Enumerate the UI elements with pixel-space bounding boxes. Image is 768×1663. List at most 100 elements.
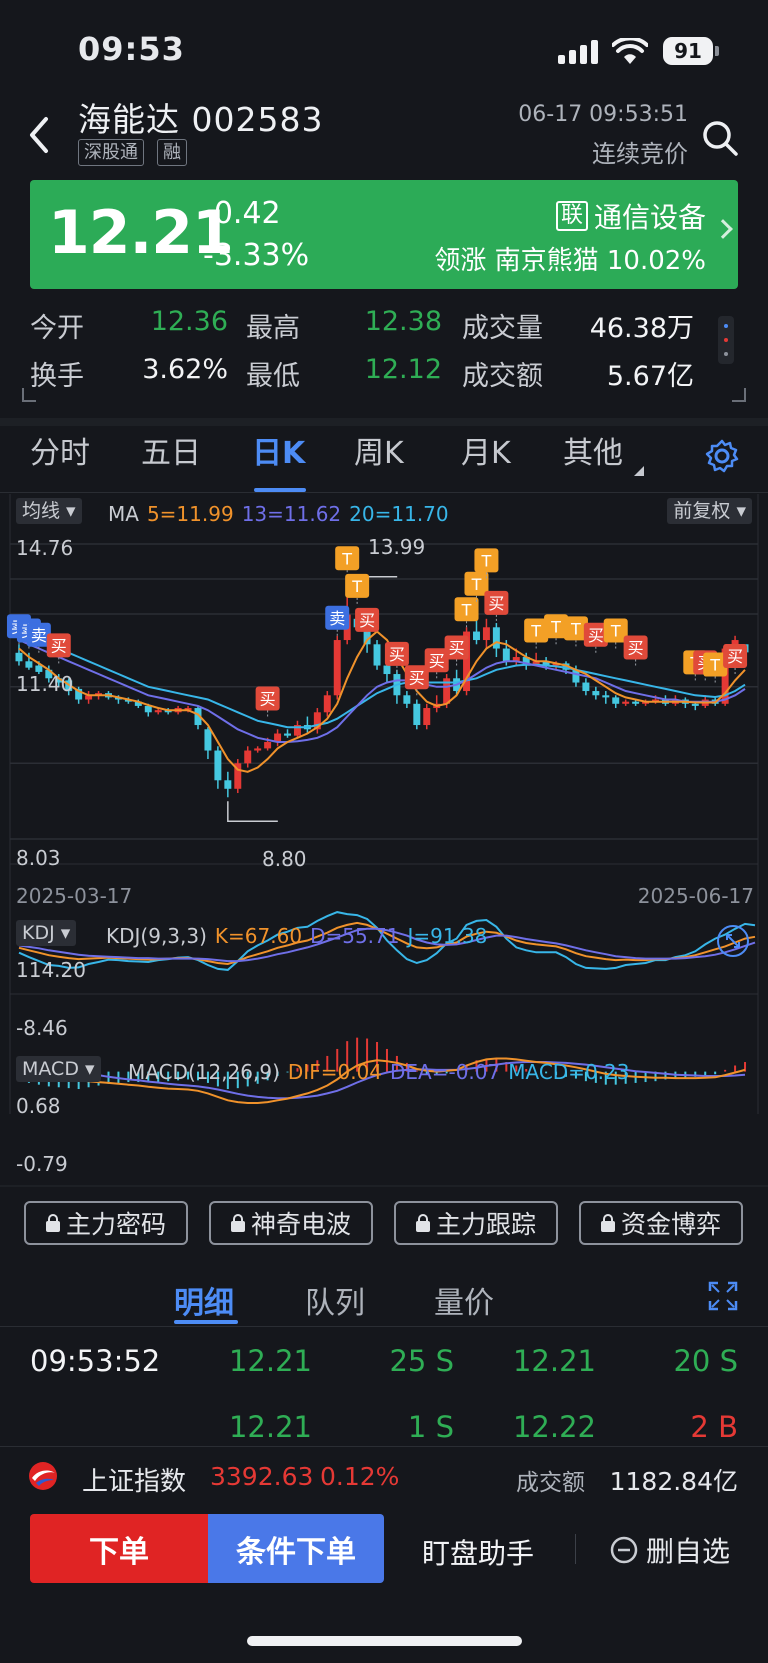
tab-weekly-k[interactable]: 周K <box>354 428 404 472</box>
candle-body <box>284 733 291 736</box>
kline-y-bottom: 8.03 <box>16 846 61 870</box>
max-price-marker: 13.99 <box>368 535 426 559</box>
signal-label-T: T <box>550 617 561 636</box>
kdj-select-label: KDJ <box>22 922 55 944</box>
candle-body <box>264 742 272 749</box>
macd-y-top: 0.68 <box>16 1094 61 1118</box>
sector-leader: 领涨 南京熊猫 10.02% <box>434 246 706 276</box>
settings-gear-icon[interactable] <box>704 438 740 474</box>
candle-body <box>492 627 500 649</box>
open-value: 12.36 <box>150 306 228 337</box>
tab-volume-price[interactable]: 量价 <box>434 1278 494 1322</box>
tab-detail[interactable]: 明细 <box>174 1278 234 1322</box>
home-indicator[interactable] <box>247 1636 522 1646</box>
kdj-k: K=67.60 <box>214 924 303 948</box>
candle-body <box>622 701 630 704</box>
trade-volume: 1 S <box>407 1410 454 1444</box>
volume-value: 46.38万 <box>589 313 694 344</box>
low-value: 12.12 <box>364 354 442 385</box>
dropdown-corner-icon <box>634 466 644 476</box>
candle-body <box>25 661 33 668</box>
macd-select-label: MACD <box>22 1058 79 1080</box>
candle-body <box>254 748 262 751</box>
date-end: 2025-06-17 <box>637 884 754 908</box>
search-icon[interactable] <box>700 118 740 158</box>
sector-tag: 联 <box>555 201 588 231</box>
adjust-select[interactable]: 前复权 ▾ <box>667 498 752 524</box>
quote-datetime: 06-17 09:53:51 <box>518 102 688 127</box>
remove-watchlist-button[interactable]: 删自选 <box>610 1530 730 1570</box>
signal-label-buy: 买 <box>389 645 405 664</box>
sector-link[interactable]: 联 通信设备 <box>555 196 706 236</box>
tool-magic-wave-button[interactable]: 神奇电波 <box>209 1201 373 1245</box>
app-screen: { "status_bar": {"time": "09:53", "batte… <box>0 0 768 1663</box>
tools-separator <box>0 1185 768 1187</box>
battery-icon: 91 <box>663 37 713 65</box>
min-marker-line <box>227 801 278 823</box>
signal-label-buy: 买 <box>51 636 67 655</box>
signal-label-sell: 卖 <box>329 609 345 628</box>
tab-monthly-k[interactable]: 月K <box>461 428 511 472</box>
tool-main-tracking-button[interactable]: 主力跟踪 <box>394 1201 558 1245</box>
index-amount-label: 成交额 <box>516 1470 585 1496</box>
tab-other[interactable]: 其他 <box>563 428 623 472</box>
tab-queue[interactable]: 队列 <box>305 1278 365 1322</box>
tab-intraday[interactable]: 分时 <box>30 428 90 472</box>
status-time: 09:53 <box>78 30 185 68</box>
ma-indicator-select[interactable]: 均线 ▾ <box>16 498 82 524</box>
index-amount: 1182.84亿 <box>609 1467 738 1496</box>
candle-body <box>154 710 162 713</box>
kdj-d: D=55.71 <box>310 924 400 948</box>
tool-fund-game-button[interactable]: 资金博弈 <box>579 1201 743 1245</box>
kdj-j: J=91.38 <box>407 924 488 948</box>
signal-label-T: T <box>570 619 581 638</box>
macd-select[interactable]: MACD ▾ <box>16 1056 101 1082</box>
trade-volume: 20 S <box>673 1344 738 1378</box>
expand-corner-right[interactable] <box>732 388 746 402</box>
candle-body <box>15 652 23 662</box>
kdj-params: KDJ(9,3,3) <box>106 924 207 948</box>
signal-label-buy: 买 <box>488 594 504 613</box>
actions-divider <box>575 1534 576 1564</box>
candle-body <box>602 695 610 698</box>
candle-body <box>403 695 411 704</box>
tab-five-day[interactable]: 五日 <box>141 428 201 472</box>
candle-body <box>224 780 232 789</box>
fullscreen-icon[interactable] <box>708 1281 738 1311</box>
kdj-select[interactable]: KDJ ▾ <box>16 920 77 946</box>
kline-chart[interactable]: 卖卖卖买买卖TT买买买买买TTT买TTT买T买T买T买卖清 <box>0 494 768 1154</box>
turnover-label: 换手 <box>30 361 84 392</box>
tool-main-code-button[interactable]: 主力密码 <box>24 1201 188 1245</box>
watch-assistant-button[interactable]: 盯盘助手 <box>422 1532 534 1572</box>
index-pct: 0.12% <box>320 1462 400 1491</box>
minus-circle-icon <box>610 1536 638 1564</box>
period-tabs: 分时 五日 日K 周K 月K 其他 <box>0 428 768 490</box>
tool-fund-game-label: 资金博弈 <box>620 1210 721 1239</box>
kline-y-mid: 11.40 <box>16 672 74 696</box>
ma13-value: 13=11.62 <box>241 502 342 526</box>
signal-label-T: T <box>351 577 362 596</box>
expand-diagonal-icon[interactable] <box>716 924 750 958</box>
trading-session: 连续竞价 <box>592 140 688 168</box>
signal-label-T: T <box>481 551 492 570</box>
candle-body <box>582 682 590 692</box>
battery-tip <box>715 46 719 56</box>
adjust-label: 前复权 <box>673 500 731 522</box>
back-arrow-icon[interactable] <box>26 115 52 155</box>
expand-corner-left[interactable] <box>22 388 36 402</box>
ma5-value: 5=11.99 <box>146 502 234 526</box>
ma-legend-label: MA <box>108 502 139 526</box>
tab-daily-k[interactable]: 日K <box>252 428 305 472</box>
macd-dea: DEA=-0.07 <box>390 1060 501 1084</box>
tab-divider <box>0 492 768 493</box>
more-dots-icon[interactable] <box>718 316 734 364</box>
signal-label-buy: 买 <box>429 651 445 670</box>
order-button[interactable]: 下单 <box>30 1514 208 1583</box>
conditional-order-button[interactable]: 条件下单 <box>208 1514 384 1583</box>
trade-time: 09:53:52 <box>30 1344 161 1378</box>
candle-body <box>632 701 640 704</box>
badge-sgt: 深股通 <box>78 139 144 166</box>
signal-label-T: T <box>461 600 472 619</box>
remove-watchlist-label: 删自选 <box>646 1535 731 1568</box>
candle-body <box>423 708 431 726</box>
